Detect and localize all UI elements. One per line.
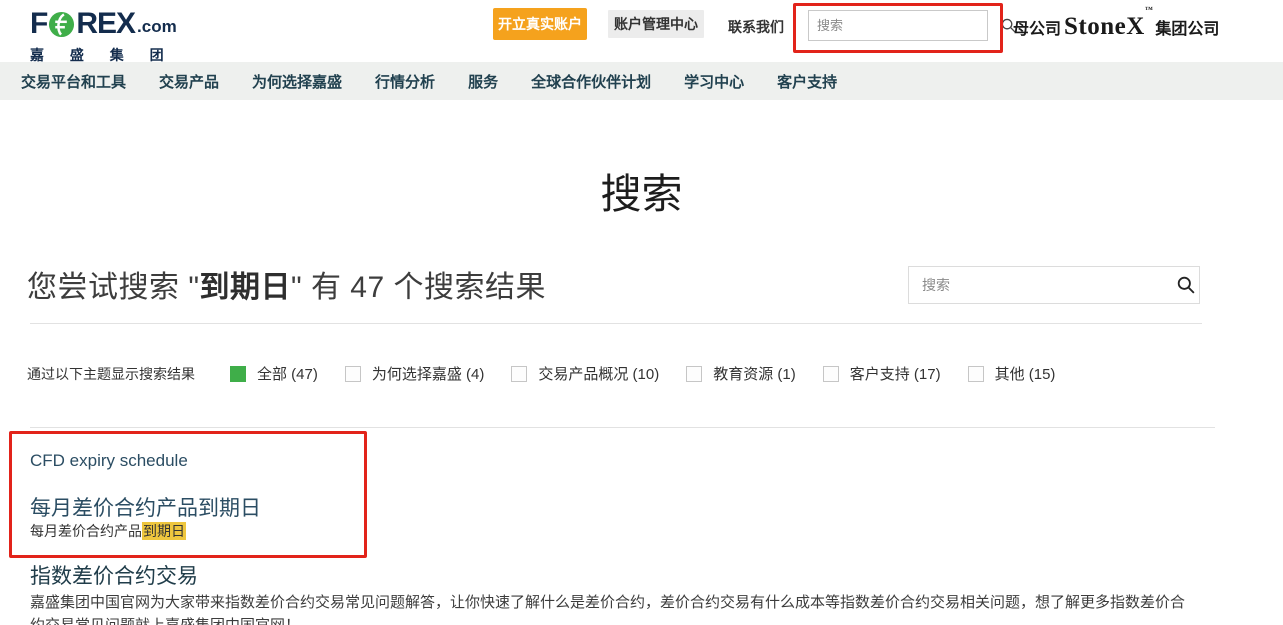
results-search-input[interactable] [909, 277, 1173, 293]
result-1-title-link[interactable]: 每月差价合约产品到期日 [30, 492, 261, 522]
nav-item-customer-support[interactable]: 客户支持 [777, 71, 837, 92]
open-account-button[interactable]: 开立真实账户 [493, 8, 587, 40]
summary-suffix: " 有 47 个搜索结果 [291, 271, 546, 304]
filter-option-products-overview[interactable]: 交易产品概况 (10) [511, 363, 659, 384]
forex-logo-wordmark: F REX .com [30, 6, 177, 42]
logo-o-globe-icon [48, 11, 75, 38]
filter-option-label: 教育资源 (1) [713, 363, 796, 384]
header: F REX .com 嘉 盛 集 团 开立真实账户 账户管理中心 联系我们 [0, 0, 1283, 62]
main-navbar: 交易平台和工具 交易产品 为何选择嘉盛 行情分析 服务 全球合作伙伴计划 学习中… [0, 62, 1283, 100]
header-search-box[interactable] [808, 10, 988, 41]
filter-option-other[interactable]: 其他 (15) [968, 363, 1056, 384]
filter-option-education[interactable]: 教育资源 (1) [686, 363, 796, 384]
result-1-snippet: 每月差价合约产品到期日 [30, 521, 186, 541]
filter-option-label: 其他 (15) [995, 363, 1056, 384]
search-term: 到期日 [199, 271, 291, 304]
checkbox-unchecked-icon[interactable] [511, 366, 527, 382]
logo-text-f: F [30, 9, 47, 39]
snippet-highlighted-term: 到期日 [142, 522, 186, 540]
filter-option-label: 全部 (47) [257, 363, 318, 384]
divider [30, 323, 1202, 324]
filter-option-label: 客户支持 (17) [850, 363, 941, 384]
results-search-button[interactable] [1173, 267, 1199, 303]
page: F REX .com 嘉 盛 集 团 开立真实账户 账户管理中心 联系我们 [0, 0, 1283, 625]
checkbox-unchecked-icon[interactable] [823, 366, 839, 382]
filter-option-why-forex[interactable]: 为何选择嘉盛 (4) [345, 363, 485, 384]
account-center-button[interactable]: 账户管理中心 [608, 10, 704, 38]
filter-option-label: 交易产品概况 (10) [538, 363, 659, 384]
nav-item-trading-platforms[interactable]: 交易平台和工具 [21, 71, 126, 92]
search-result-summary: 您尝试搜索 "到期日" 有 47 个搜索结果 [27, 262, 546, 306]
parent-company-prefix: 母公司 [1013, 15, 1061, 39]
filter-option-label: 为何选择嘉盛 (4) [372, 363, 485, 384]
result-2-title-link[interactable]: 指数差价合约交易 [30, 560, 198, 590]
checkbox-unchecked-icon[interactable] [968, 366, 984, 382]
stonex-wordmark: StoneX™ [1064, 13, 1153, 41]
checkbox-checked-icon[interactable] [230, 366, 246, 382]
summary-prefix: 您尝试搜索 " [27, 271, 199, 304]
contact-us-link[interactable]: 联系我们 [728, 17, 784, 37]
trademark-icon: ™ [1145, 5, 1154, 14]
parent-company-logo: 母公司 StoneX™ 集团公司 [1013, 13, 1219, 41]
nav-item-learning-center[interactable]: 学习中心 [684, 71, 744, 92]
filter-bar-label: 通过以下主题显示搜索结果 [27, 364, 195, 384]
snippet-text: 每月差价合约产品 [30, 523, 142, 539]
search-icon [1177, 276, 1195, 294]
checkbox-unchecked-icon[interactable] [345, 366, 361, 382]
nav-item-services[interactable]: 服务 [468, 71, 498, 92]
results-search-box[interactable] [908, 266, 1200, 304]
page-title: 搜索 [0, 160, 1283, 220]
divider [30, 427, 1215, 428]
parent-company-suffix: 集团公司 [1155, 15, 1219, 39]
checkbox-unchecked-icon[interactable] [686, 366, 702, 382]
topic-filter-bar: 通过以下主题显示搜索结果 全部 (47) 为何选择嘉盛 (4) 交易产品概况 (… [27, 363, 1055, 384]
nav-item-market-analysis[interactable]: 行情分析 [375, 71, 435, 92]
filter-option-support[interactable]: 客户支持 (17) [823, 363, 941, 384]
result-2-description: 嘉盛集团中国官网为大家带来指数差价合约交易常见问题解答，让你快速了解什么是差价合… [30, 591, 1195, 625]
nav-item-why-forex[interactable]: 为何选择嘉盛 [252, 71, 342, 92]
logo-text-com: .com [137, 12, 177, 42]
header-search-input[interactable] [809, 18, 1001, 33]
nav-item-partner-program[interactable]: 全球合作伙伴计划 [531, 71, 651, 92]
result-1-eyebrow-link[interactable]: CFD expiry schedule [30, 451, 188, 471]
filter-option-all[interactable]: 全部 (47) [230, 363, 318, 384]
forex-logo[interactable]: F REX .com 嘉 盛 集 团 [30, 6, 177, 65]
logo-text-rex: REX [76, 9, 135, 39]
nav-item-trading-products[interactable]: 交易产品 [159, 71, 219, 92]
